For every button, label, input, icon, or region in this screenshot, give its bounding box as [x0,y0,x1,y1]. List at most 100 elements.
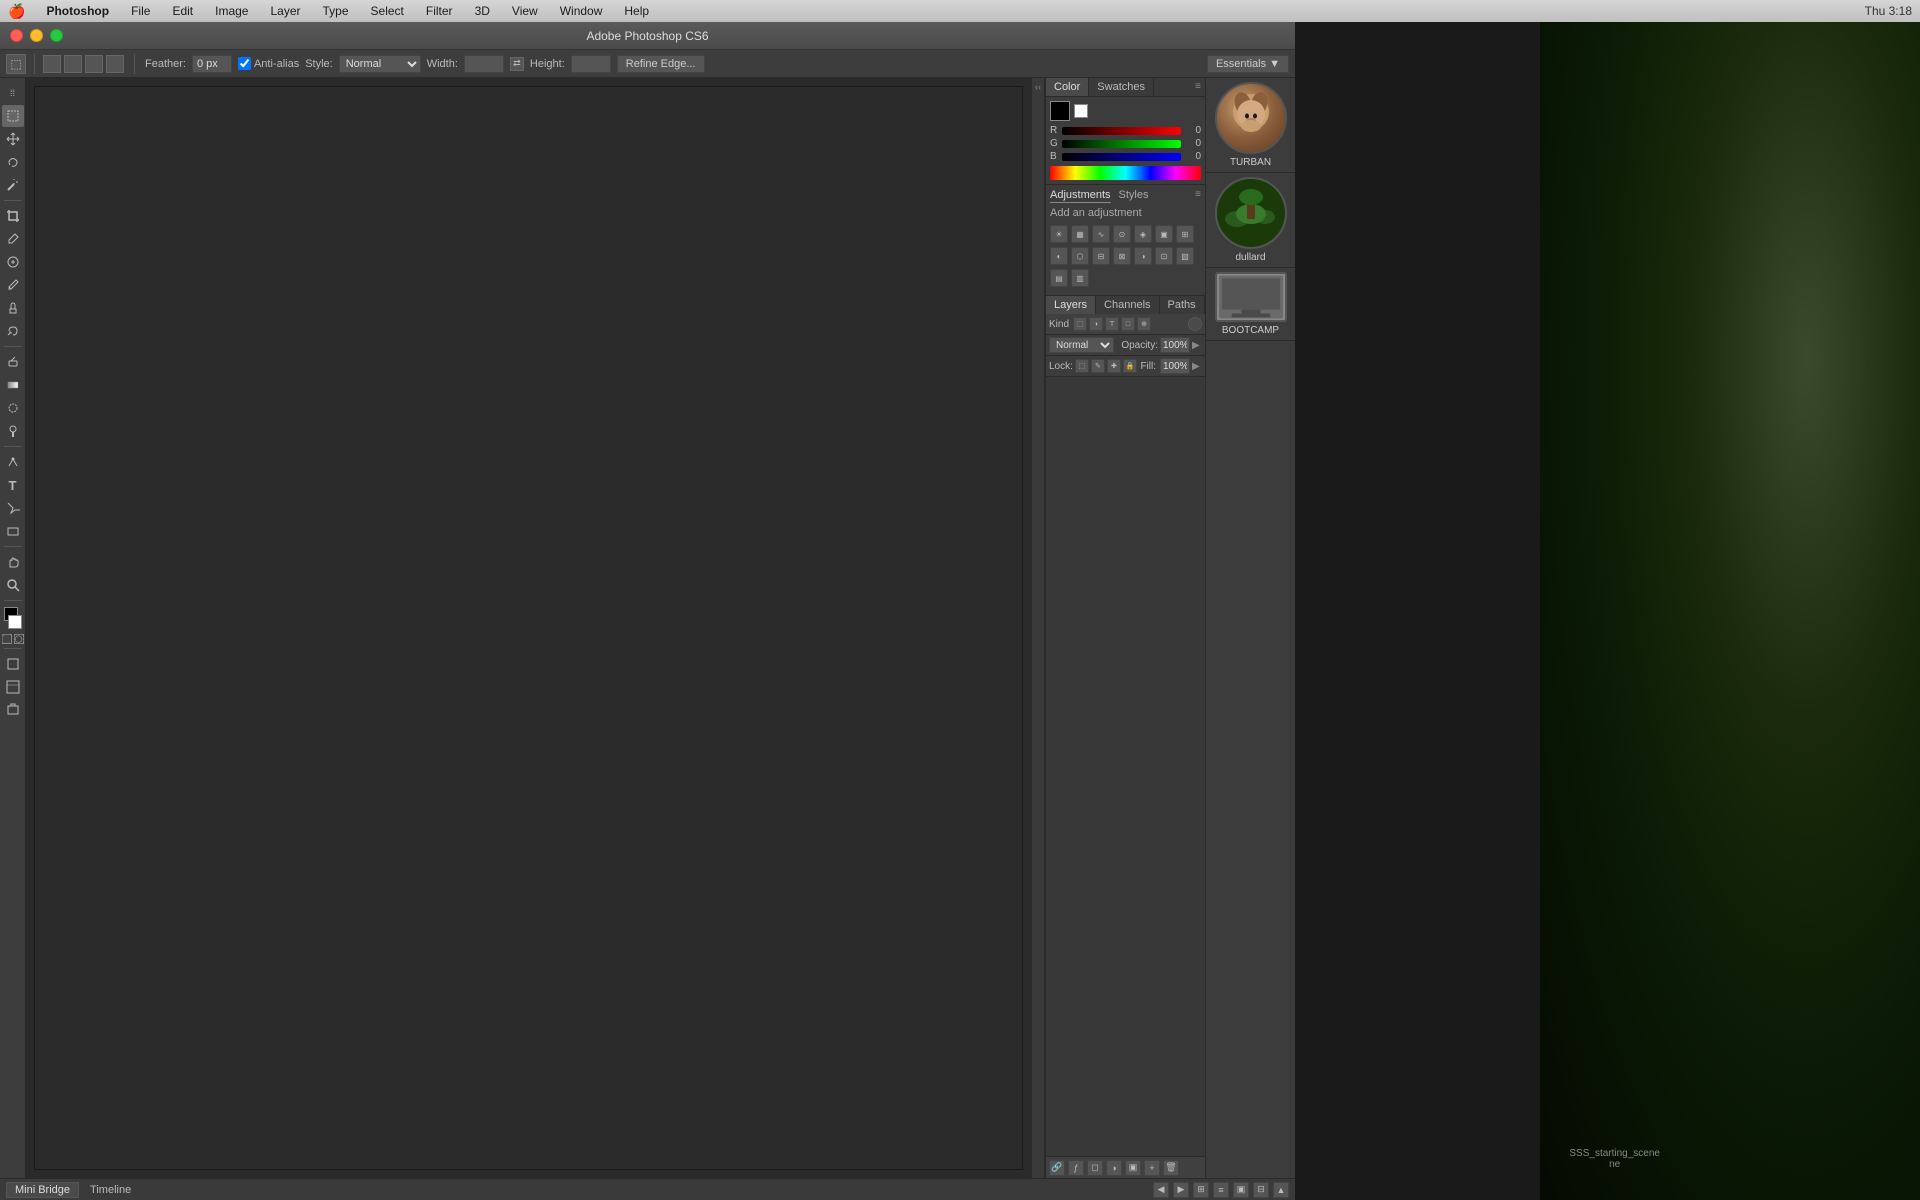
current-tool-icon[interactable]: ⬚ [6,54,26,74]
toolbar-collapse-btn[interactable]: ⁞⁞ [2,82,24,104]
opacity-dropdown[interactable]: ▶ [1192,340,1202,350]
opacity-input[interactable] [1160,337,1190,353]
adjustment-layer-btn[interactable]: ◑ [1106,1160,1122,1176]
adj-bw[interactable]: ◐ [1050,247,1068,265]
group-layers-btn[interactable]: ▣ [1125,1160,1141,1176]
adj-exposure[interactable]: ⊙ [1113,225,1131,243]
layer-filter-shape[interactable]: □ [1121,317,1135,331]
r-slider[interactable] [1062,127,1181,135]
window-close-button[interactable] [10,29,23,42]
tool-marquee[interactable] [2,105,24,127]
menubar-type[interactable]: Type [318,4,354,18]
blend-mode-select[interactable]: Normal Dissolve Multiply Screen [1049,337,1114,353]
adj-color-balance[interactable]: ⊞ [1176,225,1194,243]
bottom-btn-5[interactable]: ▣ [1233,1182,1249,1198]
menubar-window[interactable]: Window [555,4,608,18]
tool-lasso[interactable] [2,151,24,173]
tab-mini-bridge[interactable]: Mini Bridge [6,1182,79,1198]
bottom-btn-6[interactable]: ⊟ [1253,1182,1269,1198]
lock-pixels[interactable]: ⬚ [1075,359,1089,373]
adj-vibrance[interactable]: ◈ [1134,225,1152,243]
tool-healing[interactable] [2,251,24,273]
bottom-btn-2[interactable]: ▶ [1173,1182,1189,1198]
menubar-file[interactable]: File [126,4,155,18]
background-color[interactable] [8,615,22,629]
adj-threshold[interactable]: ▨ [1176,247,1194,265]
tool-screen-mode[interactable] [2,653,24,675]
menubar-edit[interactable]: Edit [167,4,198,18]
tool-magic-wand[interactable] [2,174,24,196]
fill-input[interactable] [1160,358,1190,374]
tool-blur[interactable] [2,397,24,419]
tab-layers[interactable]: Layers [1046,296,1096,314]
tool-stamp[interactable] [2,297,24,319]
canvas-area[interactable] [26,78,1031,1178]
color-spectrum-bar[interactable] [1050,166,1201,180]
tool-option-4[interactable] [106,55,124,73]
tab-adjustments[interactable]: Adjustments [1050,189,1111,203]
tool-pen[interactable] [2,451,24,473]
menubar-view[interactable]: View [507,4,543,18]
menubar-3d[interactable]: 3D [470,4,495,18]
canvas[interactable] [34,86,1023,1170]
adj-invert[interactable]: ◑ [1134,247,1152,265]
tab-channels[interactable]: Channels [1096,296,1159,314]
bottom-btn-4[interactable]: ≡ [1213,1182,1229,1198]
new-layer-btn[interactable]: + [1144,1160,1160,1176]
adj-gradient-map[interactable]: ▤ [1050,269,1068,287]
tool-extra2[interactable] [2,699,24,721]
adj-hsl[interactable]: ▣ [1155,225,1173,243]
anti-alias-checkbox[interactable] [238,57,251,70]
link-layers-btn[interactable]: 🔗 [1049,1160,1065,1176]
apple-menu[interactable]: 🍎 [8,3,25,20]
layer-filter-adjust[interactable]: ◑ [1089,317,1103,331]
g-slider[interactable] [1062,140,1181,148]
fill-dropdown[interactable]: ▶ [1192,361,1202,371]
tab-color[interactable]: Color [1046,78,1089,96]
delete-layer-btn[interactable]: 🗑 [1163,1160,1179,1176]
adj-curves[interactable]: ∿ [1092,225,1110,243]
refine-edge-button[interactable]: Refine Edge... [617,55,705,73]
style-select[interactable]: Normal Fixed Ratio Fixed Size [339,55,421,73]
tool-type[interactable]: T [2,474,24,496]
thumbnail-dullard[interactable]: dullard [1206,173,1295,268]
tool-move[interactable] [2,128,24,150]
tab-paths[interactable]: Paths [1160,296,1205,314]
color-panel-menu[interactable]: ≡ [1191,78,1205,96]
menubar-filter[interactable]: Filter [421,4,458,18]
layer-filter-type[interactable]: T [1105,317,1119,331]
tool-history-brush[interactable] [2,320,24,342]
layers-filter-toggle[interactable] [1188,317,1202,331]
tool-eraser[interactable] [2,351,24,373]
height-input[interactable] [571,55,611,73]
adj-brightness[interactable]: ☀ [1050,225,1068,243]
adj-color-lookup[interactable]: ⊠ [1113,247,1131,265]
tab-timeline[interactable]: Timeline [81,1182,140,1198]
adj-posterize[interactable]: ⊡ [1155,247,1173,265]
menubar-photoshop[interactable]: Photoshop [41,4,114,18]
tool-brush[interactable] [2,274,24,296]
tool-crop[interactable] [2,205,24,227]
b-slider[interactable] [1062,153,1181,161]
thumbnail-turban[interactable]: TURBAN [1206,78,1295,173]
tab-swatches[interactable]: Swatches [1089,78,1154,96]
tab-styles[interactable]: Styles [1119,189,1149,203]
panel-collapse-strip[interactable]: ‹‹ [1031,78,1045,1178]
bottom-btn-collapse[interactable]: ▲ [1273,1182,1289,1198]
thumbnail-bootcamp[interactable]: BOOTCAMP [1206,268,1295,341]
bottom-btn-1[interactable]: ◀ [1153,1182,1169,1198]
window-maximize-button[interactable] [50,29,63,42]
tool-eyedropper[interactable] [2,228,24,250]
lock-all[interactable]: 🔒 [1123,359,1137,373]
layer-filter-pixel[interactable]: ⬚ [1073,317,1087,331]
adj-levels[interactable]: ▦ [1071,225,1089,243]
lock-move[interactable]: ✚ [1107,359,1121,373]
window-minimize-button[interactable] [30,29,43,42]
adj-selective-color[interactable]: ▥ [1071,269,1089,287]
menubar-help[interactable]: Help [619,4,654,18]
swap-dimensions-icon[interactable]: ⇄ [510,57,524,71]
feather-input[interactable] [192,55,232,73]
default-colors-icon[interactable]: ⬛ [2,634,12,644]
adj-channel-mixer[interactable]: ⊟ [1092,247,1110,265]
quick-mask-icon[interactable]: ◯ [14,634,24,644]
